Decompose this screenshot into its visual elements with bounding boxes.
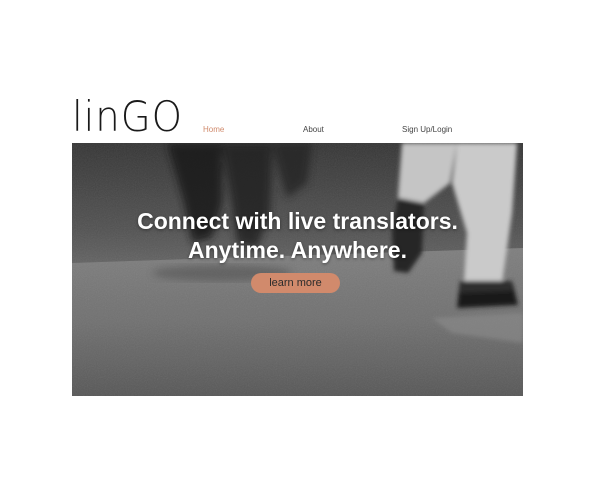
hero-background-image [72,143,523,396]
hero-headline-line-1: Connect with live translators. [137,208,458,234]
nav-home-link[interactable]: Home [203,125,224,135]
nav-about-link[interactable]: About [303,125,324,135]
main-nav: Home About Sign Up/Login [0,125,600,137]
hero-headline: Connect with live translators. Anytime. … [72,207,523,265]
page: linGO Home About Sign Up/Login Connect w… [0,0,600,500]
learn-more-button[interactable]: learn more [251,273,340,293]
hero-headline-line-2: Anytime. Anywhere. [188,237,407,263]
nav-signup-login-link[interactable]: Sign Up/Login [402,125,452,135]
hero-banner: Connect with live translators. Anytime. … [72,143,523,396]
